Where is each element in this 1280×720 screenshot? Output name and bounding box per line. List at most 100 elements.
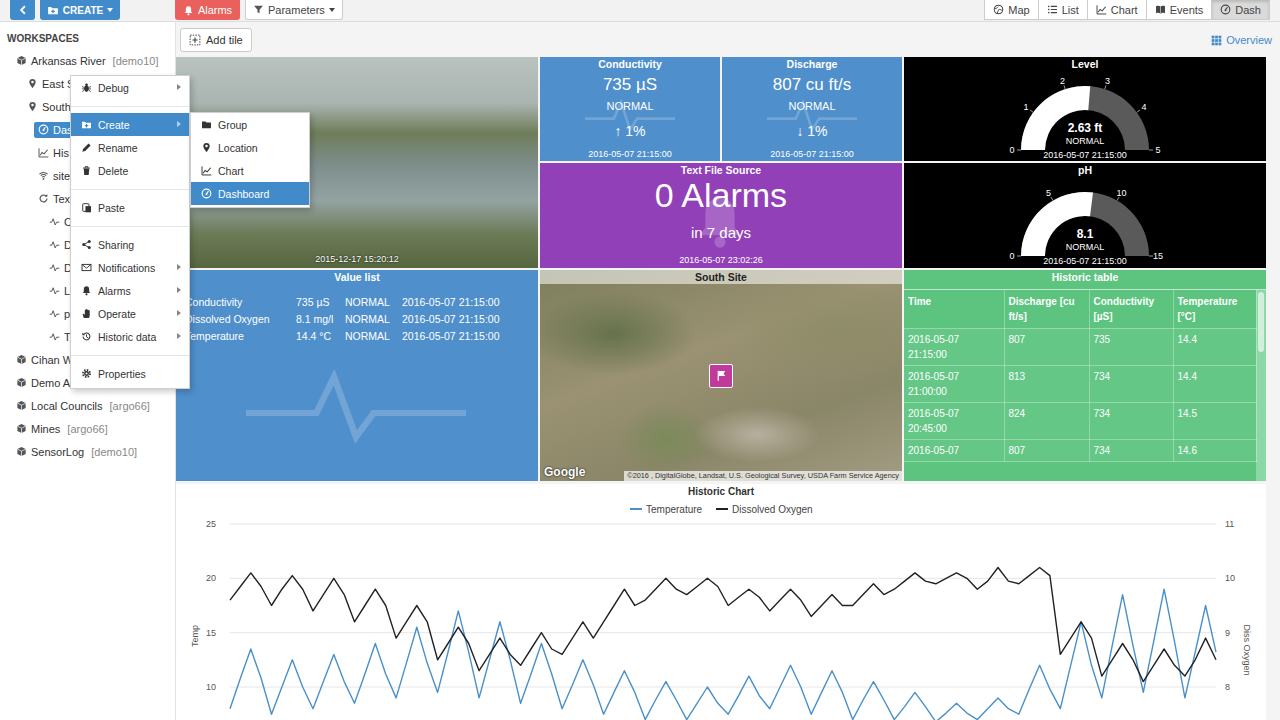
column-header[interactable]: Temperature [°C]	[1173, 290, 1256, 329]
view-label: Events	[1170, 4, 1204, 16]
menu-item[interactable]: Historic data	[71, 325, 189, 348]
tree-node[interactable]: Tex	[34, 191, 74, 207]
legend-label: Temperature	[646, 504, 703, 515]
item-label: South	[42, 101, 71, 113]
table-row[interactable]: 2016-05-07 20:45:0082473414.5	[904, 403, 1256, 440]
tile-title: Value list	[334, 270, 380, 284]
tree-node[interactable]: South	[23, 99, 75, 115]
parameters-button[interactable]: Parameters	[245, 0, 343, 20]
back-button[interactable]	[10, 0, 35, 20]
map-pin[interactable]	[709, 364, 733, 388]
menu-label: Delete	[98, 165, 128, 177]
tile-title: Level	[1072, 57, 1099, 71]
tree-node[interactable]: SensorLog	[12, 444, 88, 460]
item-label: Cihan W	[31, 354, 73, 366]
tile-title: Historic table	[904, 270, 1266, 290]
submenu-item[interactable]: Location	[191, 136, 309, 159]
table-row[interactable]: 2016-05-0780773414.6	[904, 440, 1256, 462]
table-cell: 2016-05-07 21:00:00	[904, 366, 1004, 403]
gauge-tick	[1137, 110, 1140, 112]
view-button[interactable]: Events	[1146, 0, 1213, 20]
scrollbar-thumb[interactable]	[1258, 292, 1264, 352]
gauge-tick-label: 0	[1009, 145, 1014, 155]
column-header[interactable]: Conductivity [µS]	[1089, 290, 1173, 329]
table-row[interactable]: 2016-05-07 21:00:0081373414.4	[904, 366, 1256, 403]
overview-link[interactable]: Overview	[1211, 34, 1276, 46]
gauge-tile[interactable]: pH0510158.1NORMAL2016-05-07 21:15:00	[904, 163, 1266, 268]
icon-shape	[994, 5, 1003, 14]
value-list-cell: NORMAL	[345, 328, 402, 345]
tree-node[interactable]: Demo A	[12, 375, 74, 391]
menu-item[interactable]: Paste	[71, 196, 189, 219]
menu-item[interactable]: Alarms	[71, 279, 189, 302]
menu-item[interactable]: Create	[71, 113, 189, 136]
gauge-tick-label: 3	[1105, 76, 1110, 86]
gauge-tick	[1030, 110, 1033, 112]
gauge: 0510158.1NORMAL2016-05-07 21:15:00	[904, 177, 1266, 268]
icon-shape	[202, 166, 211, 175]
submenu-item[interactable]: Group	[191, 113, 309, 136]
value-list-cell: NORMAL	[345, 311, 402, 328]
view-button[interactable]: Map	[984, 0, 1038, 20]
tree-node[interactable]: Local Councils	[12, 398, 107, 414]
value-tile[interactable]: Conductivity735 µSNORMAL↑ 1%2016-05-07 2…	[540, 57, 720, 161]
view-button[interactable]: List	[1038, 0, 1088, 20]
tree-node[interactable]: Mines	[12, 421, 64, 437]
create-button[interactable]: CREATE	[40, 0, 120, 20]
icon-shape	[85, 372, 87, 374]
table-cell: 824	[1004, 403, 1089, 440]
add-tile-button[interactable]: Add tile	[180, 28, 252, 52]
icon-shape	[1221, 5, 1230, 14]
icon-shape	[85, 124, 88, 127]
list-tile[interactable]: Value listConductivity735 µSNORMAL2016-0…	[176, 270, 538, 481]
alarms-button[interactable]: Alarms	[175, 0, 240, 20]
tree-node[interactable]: Arkansas River	[12, 53, 110, 69]
tree-node[interactable]: site	[34, 168, 74, 184]
icon-shape	[1212, 42, 1215, 45]
gauge-readout: 8.1NORMAL2016-05-07 21:15:00	[904, 227, 1266, 267]
history-icon	[81, 331, 92, 342]
filter-icon	[253, 4, 264, 15]
submenu-item[interactable]: Dashboard	[191, 182, 309, 205]
icon-shape	[1048, 9, 1049, 10]
menu-item[interactable]: Debug	[71, 76, 189, 99]
left-axis-title: Temp	[190, 625, 200, 647]
menu-item[interactable]: Delete	[71, 159, 189, 182]
gauge: 0123452.63 ftNORMAL2016-05-07 21:15:00	[904, 71, 1266, 161]
tree-node[interactable]: Cihan W	[12, 352, 77, 368]
table-header-row: TimeDischarge [cu ft/s]Conductivity [µS]…	[904, 290, 1256, 329]
map-tile[interactable]: South SiteGoogle©2016 , DigitalGlobe, La…	[540, 270, 902, 481]
series-line	[230, 589, 1216, 720]
view-button[interactable]: Dash	[1211, 0, 1270, 20]
gauge-tile[interactable]: Level0123452.63 ftNORMAL2016-05-07 21:15…	[904, 57, 1266, 161]
gauge-tick-label: 0	[1009, 251, 1014, 261]
menu-item[interactable]: Properties	[71, 362, 189, 385]
gauge-tick	[1017, 150, 1021, 151]
sidebar-item[interactable]: SensorLog[demo10]	[0, 440, 175, 463]
menu-item[interactable]: Rename	[71, 136, 189, 159]
menu-item[interactable]: Operate	[71, 302, 189, 325]
value-tile[interactable]: Discharge807 cu ft/sNORMAL↓ 1%2016-05-07…	[722, 57, 902, 161]
sidebar-item[interactable]: Local Councils[argo66]	[0, 394, 175, 417]
menu-item[interactable]: Sharing	[71, 233, 189, 256]
scrollbar[interactable]	[1256, 290, 1266, 481]
icon-shape	[17, 449, 25, 456]
dash-icon	[1220, 4, 1231, 15]
view-button[interactable]: Chart	[1087, 0, 1147, 20]
table-cell: 14.5	[1173, 403, 1256, 440]
table-row[interactable]: 2016-05-07 21:15:0080773514.4	[904, 329, 1256, 366]
sidebar-item[interactable]: Mines[argo66]	[0, 417, 175, 440]
menu-item[interactable]: Notifications	[71, 256, 189, 279]
icon-shape	[1215, 39, 1218, 42]
column-header[interactable]: Time	[904, 290, 1004, 329]
sidebar-item[interactable]: Arkansas River[demo10]	[0, 49, 175, 72]
table-tile[interactable]: Historic tableTimeDischarge [cu ft/s]Con…	[904, 270, 1266, 481]
globe-icon	[993, 4, 1004, 15]
source-icon	[38, 193, 49, 204]
tree-node[interactable]: His	[34, 145, 73, 161]
alarms-tile[interactable]: Text File Source0 Alarmsin 7 days2016-05…	[540, 163, 902, 268]
column-header[interactable]: Discharge [cu ft/s]	[1004, 290, 1089, 329]
chart-icon	[201, 165, 212, 176]
submenu-item[interactable]: Chart	[191, 159, 309, 182]
item-label: SensorLog	[31, 446, 84, 458]
